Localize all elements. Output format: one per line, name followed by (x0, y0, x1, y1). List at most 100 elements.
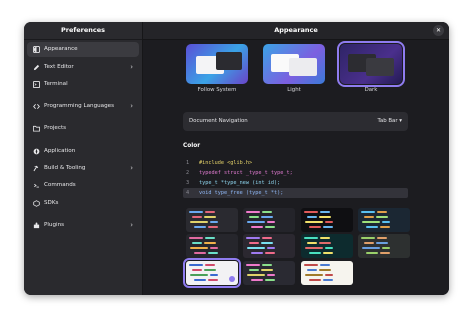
swatch-line (325, 221, 333, 223)
commands-icon (34, 183, 39, 188)
swatch-line (309, 252, 321, 254)
swatch-line (204, 242, 216, 244)
swatch-line (267, 247, 275, 249)
style-scheme-swatch[interactable] (243, 208, 295, 232)
sidebar-item-commands[interactable]: Commands (27, 178, 139, 193)
line-number: 2 (186, 170, 190, 176)
swatch-line (192, 242, 202, 244)
swatch-line (320, 264, 330, 266)
swatch-line (251, 226, 263, 228)
chevron-right-icon: › (130, 102, 133, 110)
swatch-line (366, 252, 378, 254)
swatch-line (265, 252, 275, 254)
style-scheme-swatch[interactable] (301, 234, 353, 258)
swatch-line (208, 279, 218, 281)
style-scheme-swatch[interactable] (243, 234, 295, 258)
swatch-line (382, 221, 390, 223)
swatch-line (249, 216, 259, 218)
sidebar-item-appearance[interactable]: Appearance (27, 42, 139, 57)
swatch-line (194, 252, 206, 254)
swatch-line (262, 264, 272, 266)
swatch-line (262, 211, 272, 213)
swatch-line (362, 221, 380, 223)
sidebar-item-projects[interactable]: Projects (27, 121, 139, 136)
swatch-line (262, 237, 272, 239)
dropdown-value: Tab Bar (377, 118, 398, 124)
sidebar-item-build-tooling[interactable]: Build & Tooling › (27, 161, 139, 176)
swatch-line (382, 247, 390, 249)
chevron-down-icon: ▾ (399, 118, 402, 124)
code-preview: 1 #include <glib.h> 2 typedef struct _ty… (183, 158, 408, 198)
plugin-icon (33, 222, 40, 229)
theme-dark-card[interactable] (337, 41, 405, 87)
swatch-line (265, 226, 275, 228)
swatch-line (208, 226, 218, 228)
swatch-line (319, 269, 331, 271)
swatch-line (190, 247, 208, 249)
swatch-line (247, 274, 265, 276)
theme-follow-system-label: Follow System (197, 87, 237, 93)
swatch-line (361, 211, 375, 213)
swatch-line (251, 279, 263, 281)
swatch-line (261, 269, 273, 271)
style-scheme-swatch[interactable] (186, 208, 238, 232)
swatch-line (192, 216, 202, 218)
main-panel: Appearance ✕ Follow System Light Dark Do… (143, 22, 449, 295)
theme-light-label: Light (287, 87, 301, 93)
swatch-line (307, 269, 317, 271)
style-scheme-swatch[interactable] (183, 258, 241, 288)
document-navigation-label: Document Navigation (189, 118, 248, 124)
line-number: 4 (186, 190, 190, 196)
document-navigation-row[interactable]: Document Navigation Tab Bar ▾ (183, 112, 408, 131)
theme-follow-system-card[interactable] (186, 44, 248, 84)
swatch-line (305, 247, 323, 249)
style-scheme-swatch[interactable] (358, 208, 410, 232)
swatch-line (247, 247, 265, 249)
swatch-line (304, 237, 318, 239)
swatch-line (261, 216, 273, 218)
swatch-line (320, 237, 330, 239)
style-scheme-swatch[interactable] (358, 234, 410, 258)
code-line: 2 typedef struct _type_t type_t; (183, 168, 408, 178)
style-scheme-swatch[interactable] (243, 261, 295, 285)
swatch-line (205, 264, 215, 266)
swatch-line (204, 269, 216, 271)
swatch-line (319, 216, 331, 218)
swatch-line (364, 242, 374, 244)
swatch-line (261, 242, 273, 244)
close-button[interactable]: ✕ (433, 25, 444, 36)
sidebar-item-programming-languages[interactable]: Programming Languages › (27, 99, 139, 114)
swatch-line (247, 221, 265, 223)
swatch-line (362, 247, 380, 249)
sidebar-item-terminal[interactable]: Terminal (27, 77, 139, 92)
style-scheme-swatch[interactable] (186, 234, 238, 258)
sidebar-item-label: Projects (44, 125, 67, 131)
swatch-line (246, 211, 260, 213)
theme-light-card[interactable] (263, 44, 325, 84)
style-scheme-swatch[interactable] (301, 261, 353, 285)
sidebar: Preferences Appearance Text Editor › Ter… (24, 22, 143, 295)
preferences-window: Preferences Appearance Text Editor › Ter… (24, 22, 449, 295)
sidebar-item-text-editor[interactable]: Text Editor › (27, 60, 139, 75)
style-scheme-swatch[interactable] (301, 208, 353, 232)
swatch-line (323, 279, 333, 281)
color-section-title: Color (183, 143, 201, 149)
swatch-line (319, 242, 331, 244)
sidebar-item-label: Plugins (44, 222, 65, 228)
swatch-line (205, 211, 215, 213)
swatch-line (304, 211, 318, 213)
sidebar-item-sdks[interactable]: SDKs (27, 196, 139, 211)
swatch-line (377, 237, 387, 239)
swatch-line (190, 221, 208, 223)
swatch-line (305, 221, 323, 223)
sidebar-item-application[interactable]: Application (27, 144, 139, 159)
sidebar-item-label: Application (44, 148, 76, 154)
hammer-icon (33, 165, 39, 172)
swatch-line (380, 226, 390, 228)
swatch-line (210, 274, 218, 276)
swatch-line (249, 269, 259, 271)
document-navigation-dropdown[interactable]: Tab Bar ▾ (378, 112, 403, 131)
swatch-line (380, 252, 390, 254)
code-line-current: 4 void type_free (type_t *t); (183, 188, 408, 198)
sidebar-item-plugins[interactable]: Plugins › (27, 218, 139, 233)
